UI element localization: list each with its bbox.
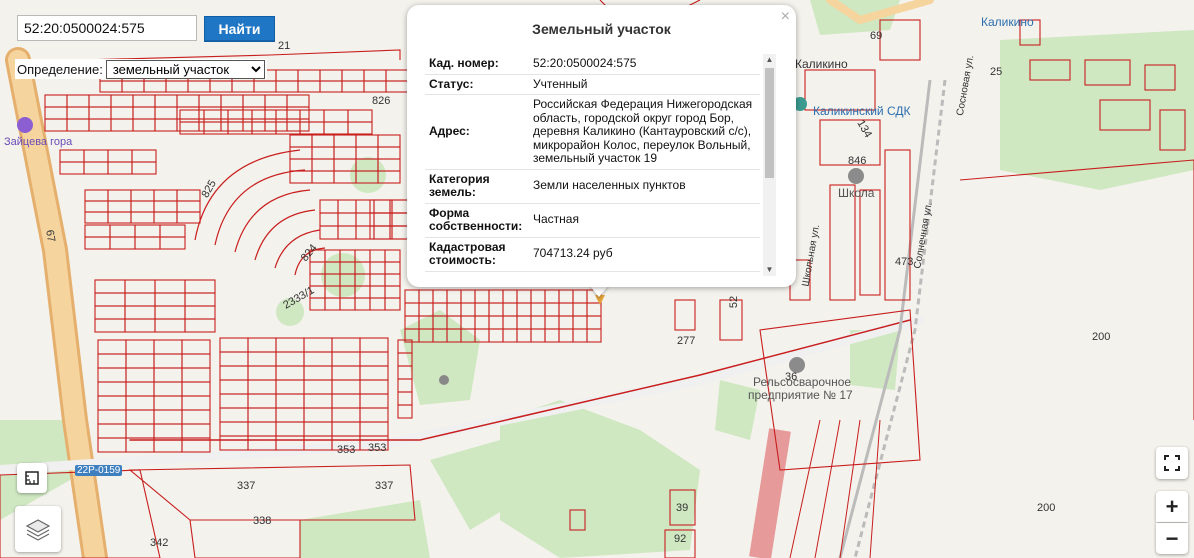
cadastral-search-input[interactable] [17,15,197,41]
label-846: 846 [848,155,867,167]
label-353a: 353 [337,444,356,456]
ruler-button[interactable] [17,463,47,493]
row-value: 52:20:0500024:575 [529,54,760,75]
row-value: Частная [529,203,760,238]
definition-label: Определение: [17,61,103,77]
label-338: 338 [253,515,272,527]
row-value: Учтенный [529,74,760,95]
label-kalikino: Каликино [981,15,1034,29]
label-school: Школа [838,186,875,200]
row-key: Уточненная [425,271,529,276]
table-row: Статус: Учтенный [425,74,760,95]
label-200b: 200 [1037,502,1056,514]
definition-select[interactable]: земельный участок [105,59,265,79]
label-road: 22Р-0159 [75,465,123,476]
label-337b: 337 [375,480,394,492]
fullscreen-icon [1164,455,1180,471]
label-473: 473 [895,256,914,268]
row-key: Кад. номер: [425,54,529,75]
label-rail-plant-1: Рельсосварочное [753,375,852,389]
row-key: Статус: [425,74,529,95]
row-value: 704713.24 руб [529,237,760,272]
parcel-info-popup: × Земельный участок Кад. номер: 52:20:05… [407,5,796,287]
popup-scrollbar[interactable]: ▲ ▼ [763,54,776,276]
label-25: 25 [990,66,1003,78]
row-value [529,271,760,276]
label-36: 36 [785,371,798,383]
label-69: 69 [870,30,883,42]
layers-button[interactable] [15,506,61,552]
table-row: Категория земель: Земли населенных пункт… [425,169,760,204]
find-button[interactable]: Найти [204,16,275,42]
zoom-in-button[interactable]: + [1156,491,1188,522]
label-sdk: Каликинский СДК [813,104,911,118]
label-52: 52 [728,295,741,309]
label-hill: Зайцева гора [4,136,73,148]
table-row: Кад. номер: 52:20:0500024:575 [425,54,760,75]
row-key: Кадастровая стоимость: [425,237,529,272]
row-value: Земли населенных пунктов [529,169,760,204]
scroll-up-icon[interactable]: ▲ [763,54,776,66]
layers-icon [25,519,51,541]
row-key: Категория земель: [425,169,529,204]
fullscreen-button[interactable] [1156,447,1188,479]
label-67: 67 [43,228,58,244]
label-21: 21 [278,40,291,52]
table-row: Кадастровая стоимость: 704713.24 руб [425,237,760,272]
definition-row: Определение: земельный участок [15,59,267,79]
scroll-down-icon[interactable]: ▼ [763,264,776,276]
parcel-info-table: Кад. номер: 52:20:0500024:575 Статус: Уч… [425,54,760,276]
label-277: 277 [677,335,696,347]
popup-title: Земельный участок [532,21,671,37]
zoom-out-button[interactable]: − [1156,523,1188,554]
ruler-icon [25,471,39,485]
label-kalikino-2: Каликино [795,57,848,71]
scrollbar-thumb[interactable] [765,68,774,178]
table-row: Форма собственности: Частная [425,203,760,238]
label-342: 342 [150,537,169,549]
table-row: Уточненная [425,271,760,276]
label-rail-plant-2: предприятие № 17 [748,388,853,402]
row-value: Российская Федерация Нижегородская облас… [529,94,760,170]
row-key: Форма собственности: [425,203,529,238]
label-39: 39 [676,502,689,514]
row-key: Адрес: [425,94,529,170]
label-826: 826 [372,95,391,107]
label-353b: 353 [368,442,387,454]
label-200a: 200 [1092,331,1111,343]
label-92: 92 [674,533,687,545]
label-337a: 337 [237,480,256,492]
popup-content[interactable]: Кад. номер: 52:20:0500024:575 Статус: Уч… [425,54,776,276]
table-row: Адрес: Российская Федерация Нижегородска… [425,94,760,170]
